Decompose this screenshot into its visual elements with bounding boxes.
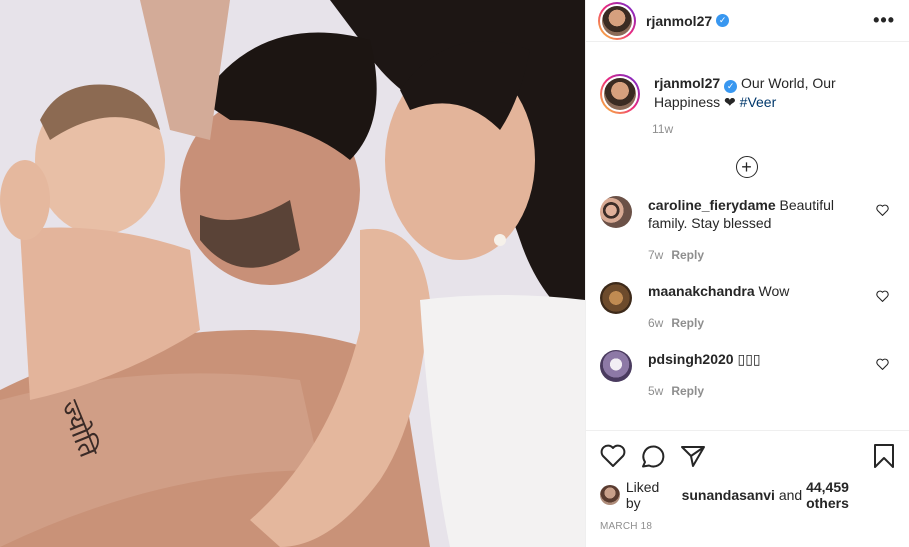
share-icon[interactable]: [680, 444, 706, 468]
commenter-avatar[interactable]: [600, 196, 632, 228]
liker-avatar[interactable]: [600, 485, 620, 505]
author-username[interactable]: rjanmol27: [646, 13, 712, 29]
commenter-avatar[interactable]: [600, 350, 632, 382]
commenter-avatar[interactable]: [600, 282, 632, 314]
likes-summary: Liked by sunandasanvi and 44,459 others: [600, 479, 895, 511]
author-avatar[interactable]: [598, 1, 636, 40]
reply-button[interactable]: Reply: [671, 248, 704, 262]
post-actions: Liked by sunandasanvi and 44,459 others …: [586, 430, 909, 532]
likes-count[interactable]: 44,459 others: [806, 479, 895, 511]
family-photo-illustration: ज्योति: [0, 0, 585, 547]
post-header: rjanmol27 ✓ •••: [586, 0, 909, 42]
comment-item: caroline_fierydame Beautiful family. Sta…: [600, 196, 893, 264]
comment-like-icon[interactable]: [876, 204, 889, 216]
caption-time[interactable]: 11w: [652, 122, 893, 136]
like-icon[interactable]: [600, 444, 626, 468]
liker-username[interactable]: sunandasanvi: [682, 487, 775, 503]
verified-icon: ✓: [716, 14, 730, 27]
reply-button[interactable]: Reply: [671, 384, 704, 398]
comment-like-icon[interactable]: [876, 290, 889, 302]
post-sidebar: rjanmol27 ✓ ••• rjanmol27 ✓ Our World, Ou…: [585, 0, 909, 547]
instagram-post: ज्योति rjanmol27 ✓ ••• rjanmol27 ✓ Our Wo…: [0, 0, 909, 547]
comment-username[interactable]: maanakchandra: [648, 283, 755, 299]
comment-like-icon[interactable]: [876, 358, 889, 370]
post-photo[interactable]: ज्योति: [0, 0, 585, 547]
likes-middle: and: [778, 487, 803, 503]
verified-icon: ✓: [724, 80, 738, 93]
caption-hashtag[interactable]: #Veer: [740, 94, 777, 110]
load-more-icon[interactable]: +: [735, 156, 758, 178]
post-date[interactable]: MARCH 18: [600, 521, 895, 532]
caption-username[interactable]: rjanmol27: [654, 75, 720, 91]
more-options-icon[interactable]: •••: [873, 10, 895, 31]
comment-username[interactable]: pdsingh2020: [648, 351, 734, 367]
likes-prefix: Liked by: [625, 479, 660, 511]
comment-item: pdsingh2020 ▯▯▯ 5w Reply: [600, 350, 893, 400]
caption-text: rjanmol27 ✓ Our World, Our Happiness ❤ #V…: [654, 74, 893, 114]
comment-time[interactable]: 6w: [648, 316, 663, 330]
caption-avatar[interactable]: [600, 74, 640, 114]
reply-button[interactable]: Reply: [671, 316, 704, 330]
comment-item: maanakchandra Wow 6w Reply: [600, 282, 893, 332]
load-more[interactable]: +: [600, 156, 893, 178]
comment-icon[interactable]: [640, 444, 666, 468]
comment-text: Wow: [758, 283, 790, 299]
comments-feed[interactable]: rjanmol27 ✓ Our World, Our Happiness ❤ #V…: [586, 74, 909, 400]
comment-time[interactable]: 5w: [648, 384, 663, 398]
comment-text: ▯▯▯: [737, 351, 761, 367]
save-icon[interactable]: [873, 443, 895, 469]
comment-time[interactable]: 7w: [648, 248, 663, 262]
post-caption: rjanmol27 ✓ Our World, Our Happiness ❤ #V…: [600, 74, 893, 114]
comment-username[interactable]: caroline_fierydame: [648, 197, 776, 213]
